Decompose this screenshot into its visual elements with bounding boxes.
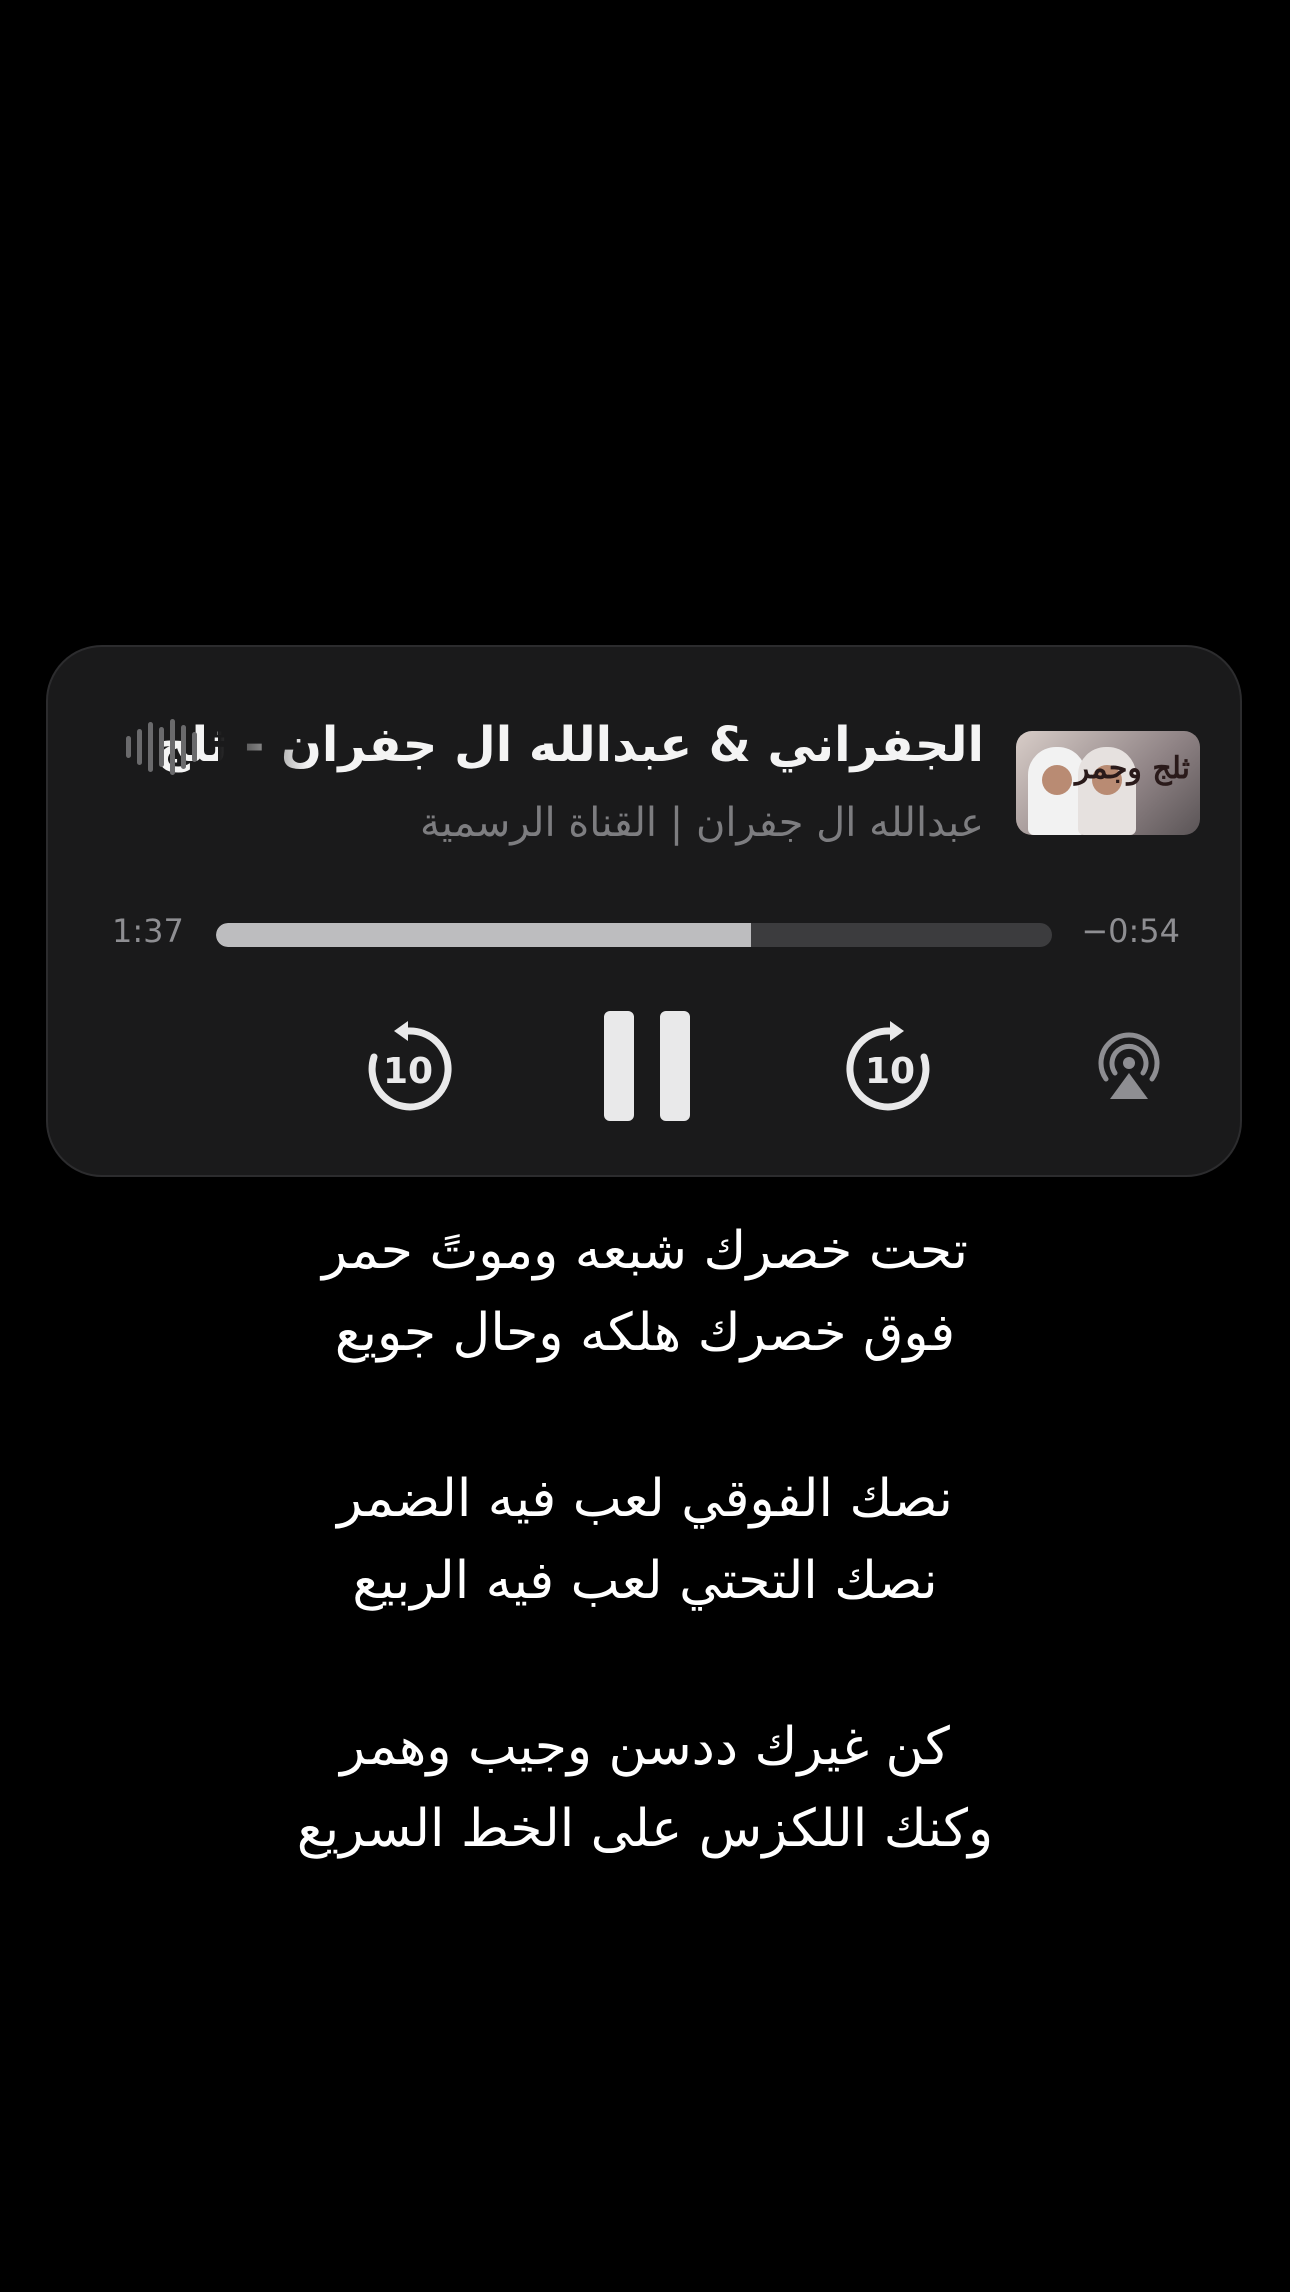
- now-playing-widget[interactable]: ثلج وجمر الجفراني & عبدالله ال جفران - ث…: [46, 645, 1242, 1177]
- lyric-stanza: تحت خصرك شبعه وموتً حمر فوق خصرك هلكه وح…: [0, 1210, 1290, 1374]
- pause-icon: [660, 1011, 690, 1121]
- lyric-line: نصك الفوقي لعب فيه الضمر: [337, 1469, 953, 1529]
- skip-back-seconds: 10: [383, 1051, 433, 1092]
- track-artist: عبدالله ال جفران | القناة الرسمية: [420, 800, 984, 846]
- lyric-line: كن غيرك ددسن وجيب وهمر: [340, 1717, 950, 1777]
- waveform-icon: [126, 717, 216, 777]
- album-artwork[interactable]: ثلج وجمر: [1016, 731, 1200, 835]
- progress-fill: [216, 923, 752, 947]
- skip-back-icon: 10: [368, 1021, 452, 1111]
- lyric-line: فوق خصرك هلكه وحال جويع: [334, 1303, 956, 1363]
- lyric-line: تحت خصرك شبعه وموتً حمر: [322, 1221, 968, 1281]
- lyric-stanza: كن غيرك ددسن وجيب وهمر وكنك اللكزس على ا…: [0, 1706, 1290, 1870]
- pause-icon: [604, 1011, 634, 1121]
- artwork-title-text: ثلج وجمر: [1074, 751, 1190, 786]
- elapsed-time: 1:37: [112, 912, 184, 950]
- skip-forward-seconds: 10: [865, 1051, 915, 1092]
- skip-back-button[interactable]: 10: [356, 1017, 460, 1121]
- lyrics-block: تحت خصرك شبعه وموتً حمر فوق خصرك هلكه وح…: [0, 1210, 1290, 1954]
- airplay-icon: [1098, 1032, 1160, 1099]
- lyric-line: نصك التحتي لعب فيه الربيع: [352, 1551, 938, 1611]
- pause-button[interactable]: [604, 1011, 690, 1121]
- remaining-time: −0:54: [1081, 912, 1180, 950]
- title-fade: [218, 703, 308, 793]
- lyric-line: وكنك اللكزس على الخط السريع: [296, 1799, 994, 1859]
- skip-forward-button[interactable]: 10: [838, 1017, 942, 1121]
- skip-forward-icon: 10: [846, 1021, 930, 1111]
- airplay-button[interactable]: [1092, 1029, 1166, 1103]
- lyric-stanza: نصك الفوقي لعب فيه الضمر نصك التحتي لعب …: [0, 1458, 1290, 1622]
- progress-scrubber[interactable]: [216, 923, 1052, 947]
